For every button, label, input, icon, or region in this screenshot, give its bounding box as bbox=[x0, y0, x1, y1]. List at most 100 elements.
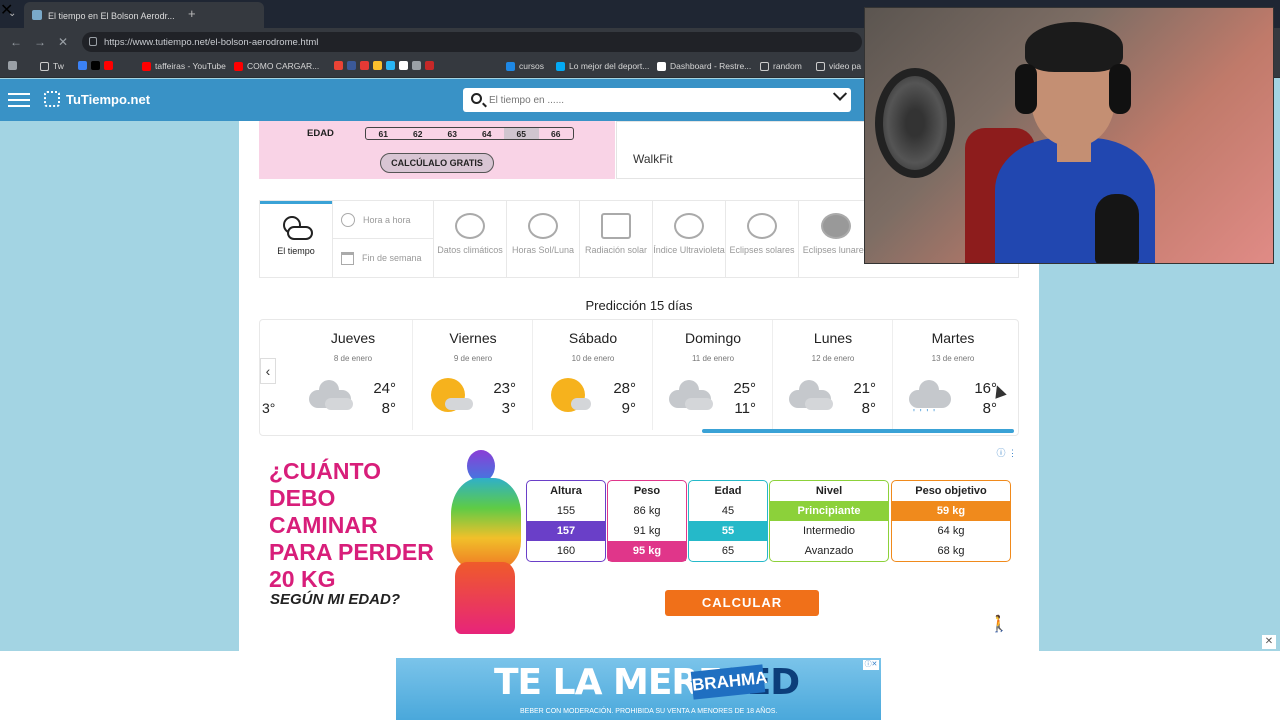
min-temp: 9° bbox=[621, 400, 636, 417]
bookmark-item[interactable]: Lo mejor del deport... bbox=[556, 61, 649, 71]
tab-list-chevron-icon[interactable]: ⌄ bbox=[8, 8, 16, 19]
ad-table-edad: Edad 45 55 65 bbox=[688, 480, 768, 562]
max-temp: 28° bbox=[613, 380, 636, 397]
min-temp: 8° bbox=[861, 400, 876, 417]
sun-cloud-icon bbox=[547, 376, 595, 416]
forecast-day[interactable]: Jueves 8 de enero 24° 8° bbox=[293, 320, 413, 430]
url-field[interactable]: https://www.tutiempo.net/el-bolson-aerod… bbox=[82, 32, 862, 52]
age-option[interactable]: 63 bbox=[435, 128, 470, 139]
search-input[interactable] bbox=[489, 92, 809, 108]
ad-table-peso-objetivo: Peso objetivo 59 kg 64 kg 68 kg bbox=[891, 480, 1011, 562]
page-background bbox=[1039, 264, 1280, 651]
day-name: Jueves bbox=[330, 330, 376, 346]
min-temp: 8° bbox=[381, 400, 396, 417]
bookmark-folder[interactable]: random bbox=[760, 61, 802, 71]
tab-el-tiempo[interactable]: El tiempo bbox=[260, 201, 332, 278]
day-date: 13 de enero bbox=[931, 354, 975, 363]
day-date: 12 de enero bbox=[811, 354, 855, 363]
promo-brand[interactable]: WalkFit bbox=[616, 121, 876, 179]
ad-choices-icon[interactable]: ⓘ✕ bbox=[863, 660, 879, 670]
calculate-free-button[interactable]: CALCÚLALO GRATIS bbox=[380, 153, 494, 173]
partly-cloudy-icon bbox=[279, 214, 313, 242]
sun-moon-icon bbox=[528, 213, 558, 239]
url-text: https://www.tutiempo.net/el-bolson-aerod… bbox=[104, 37, 319, 48]
age-option[interactable]: 62 bbox=[401, 128, 436, 139]
carousel-scrollbar[interactable] bbox=[702, 429, 1014, 433]
browser-tab[interactable]: El tiempo en El Bolson Aerodr... bbox=[24, 2, 264, 28]
back-icon[interactable]: ← bbox=[10, 35, 22, 49]
bookmark-item[interactable]: Dashboard - Restre... bbox=[657, 61, 751, 71]
age-label: EDAD bbox=[307, 128, 334, 139]
forward-icon[interactable]: → bbox=[34, 35, 46, 49]
bookmark-icons[interactable] bbox=[78, 61, 113, 70]
solar-eclipse-icon bbox=[747, 213, 777, 239]
solar-panel-icon bbox=[601, 213, 631, 239]
menu-icon[interactable] bbox=[8, 93, 30, 107]
age-option[interactable]: 61 bbox=[366, 128, 401, 139]
forecast-title: Predicción 15 días bbox=[585, 298, 693, 313]
tab-datos-climaticos[interactable]: Datos climáticos bbox=[434, 201, 507, 278]
chevron-down-icon[interactable] bbox=[832, 86, 848, 101]
uv-icon bbox=[674, 213, 704, 239]
ad-info-icon[interactable]: ⓘ ⋮ bbox=[996, 446, 1017, 459]
bookmark-icons[interactable] bbox=[334, 61, 434, 70]
bottom-ad-bar: ✕ TE LA MERESED BRAHMA BEBER CON MODERAC… bbox=[0, 635, 1280, 720]
day-date: 8 de enero bbox=[333, 354, 373, 363]
age-option[interactable]: 66 bbox=[539, 128, 574, 139]
headphone-icon bbox=[1109, 64, 1131, 114]
new-tab-icon[interactable]: + bbox=[188, 6, 196, 21]
max-temp: 25° bbox=[733, 380, 756, 397]
age-selector[interactable]: 61 62 63 64 65 66 bbox=[365, 127, 574, 140]
search-icon[interactable] bbox=[471, 93, 482, 104]
cloudy-icon bbox=[667, 376, 715, 416]
forecast-day[interactable]: Sábado 10 de enero 28° 9° bbox=[533, 320, 653, 430]
tab-radiacion-solar[interactable]: Radiación solar bbox=[580, 201, 653, 278]
bookmark-item[interactable]: Tw bbox=[40, 61, 64, 71]
bookmark-folder[interactable]: video pa bbox=[816, 61, 861, 71]
tab-indice-uv[interactable]: Índice Ultravioleta bbox=[653, 201, 726, 278]
bookmark-item[interactable]: COMO CARGAR... bbox=[234, 61, 319, 71]
apps-grid-icon[interactable] bbox=[8, 61, 17, 70]
brahma-ad[interactable]: TE LA MERESED BRAHMA BEBER CON MODERACIÓ… bbox=[396, 658, 881, 720]
brand-name: WalkFit bbox=[633, 152, 673, 166]
tab-fin-de-semana[interactable]: Fin de semana bbox=[333, 239, 433, 277]
fan-image bbox=[875, 68, 955, 178]
day-date: 9 de enero bbox=[453, 354, 493, 363]
chevron-left-icon[interactable]: ‹ bbox=[260, 358, 276, 384]
forecast-day[interactable]: Martes 13 de enero ' ' ' ' 16° 8° bbox=[893, 320, 1013, 430]
site-info-icon[interactable] bbox=[89, 37, 97, 46]
rain-icon: ' ' ' ' bbox=[907, 376, 955, 419]
tab-title: El tiempo en El Bolson Aerodr... bbox=[48, 11, 175, 21]
walkfit-ad[interactable]: ⓘ ⋮ ¿CUÁNTO DEBO CAMINAR PARA PERDER 20 … bbox=[259, 446, 1019, 646]
location-search[interactable] bbox=[463, 86, 851, 112]
ad-table-peso: Peso 86 kg 91 kg 95 kg bbox=[607, 480, 687, 562]
thermometer-icon bbox=[455, 213, 485, 239]
site-logo[interactable]: TuTiempo.net bbox=[44, 91, 150, 107]
tab-hora-a-hora[interactable]: Hora a hora bbox=[333, 201, 433, 239]
headphone-icon bbox=[1015, 64, 1037, 114]
close-icon[interactable]: ✕ bbox=[1262, 635, 1276, 649]
forecast-day[interactable]: Viernes 9 de enero 23° 3° bbox=[413, 320, 533, 430]
promo-age-box[interactable]: EDAD 61 62 63 64 65 66 CALCÚLALO GRATIS bbox=[259, 121, 615, 179]
age-option[interactable]: 64 bbox=[470, 128, 505, 139]
tab-eclipses-lunares[interactable]: Eclipses lunares bbox=[799, 201, 872, 278]
bookmark-item[interactable]: cursos bbox=[506, 61, 544, 71]
bookmark-item[interactable]: taffeiras - YouTube bbox=[142, 61, 226, 71]
time-subtabs: Hora a hora Fin de semana bbox=[332, 201, 434, 278]
forecast-day[interactable]: Domingo 11 de enero 25° 11° bbox=[653, 320, 773, 430]
age-option-selected[interactable]: 65 bbox=[504, 128, 539, 139]
lunar-eclipse-icon bbox=[820, 213, 851, 239]
calcular-button[interactable]: CALCULAR bbox=[665, 590, 819, 616]
forecast-day[interactable]: Lunes 12 de enero 21° 8° bbox=[773, 320, 893, 430]
ad-table-altura: Altura 155 157 160 bbox=[526, 480, 606, 562]
tab-eclipses-solares[interactable]: Eclipses solares bbox=[726, 201, 799, 278]
min-temp: 3° bbox=[501, 400, 516, 417]
day-name: Sábado bbox=[568, 330, 618, 346]
day-name: Viernes bbox=[449, 330, 497, 346]
person-hair-image bbox=[1025, 22, 1123, 72]
day-date: 10 de enero bbox=[571, 354, 615, 363]
day-name: Domingo bbox=[684, 330, 742, 346]
tab-horas-sol-luna[interactable]: Horas Sol/Luna bbox=[507, 201, 580, 278]
stop-icon[interactable]: ✕ bbox=[58, 35, 68, 49]
cloudy-icon bbox=[787, 376, 835, 416]
